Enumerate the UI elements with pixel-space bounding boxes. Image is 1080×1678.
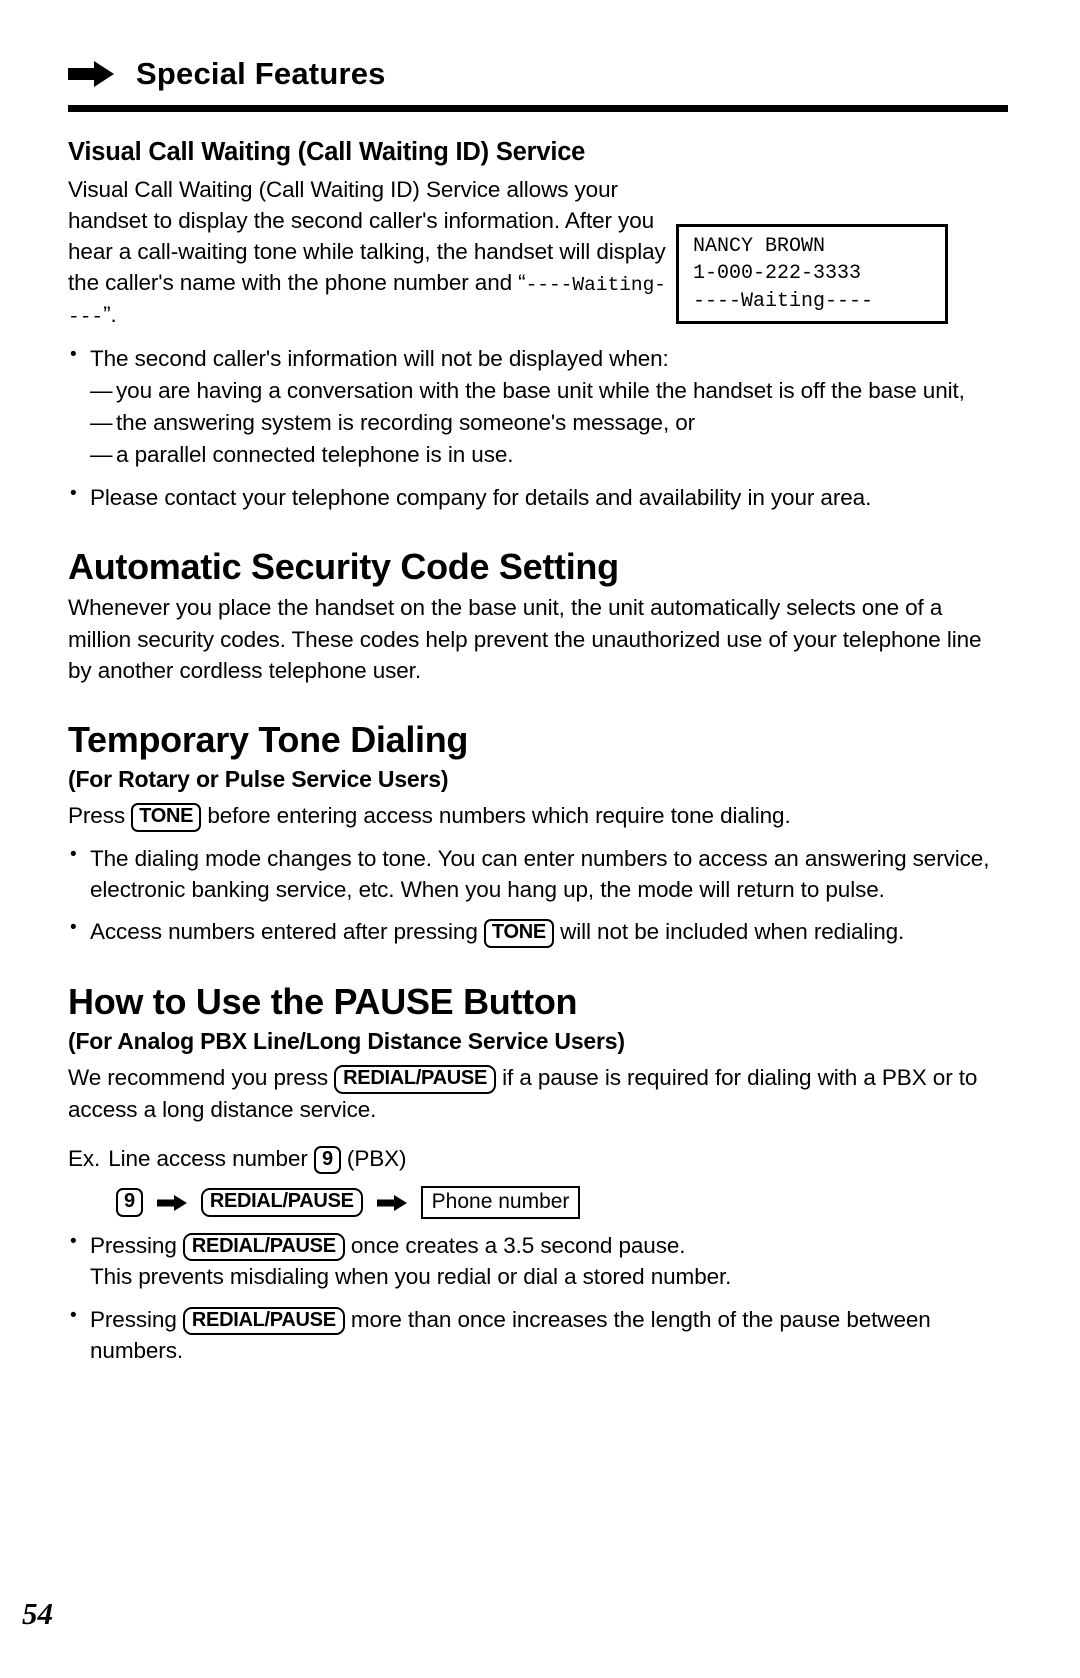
example-label: Ex. [68,1145,101,1171]
nine-key-button[interactable]: 9 [313,1145,341,1175]
section-heading-pause-button: How to Use the PAUSE Button [68,981,578,1022]
page-number: 54 [22,1596,53,1631]
section-heading-automatic-security: Automatic Security Code Setting [68,545,619,587]
bullet-text-prefix: Access numbers entered after pressing [90,919,478,945]
bullet-text-prefix: Pressing [90,1306,177,1332]
lcd-caller-number: 1-000-222-3333 [693,262,862,286]
bullet-item: Access numbers entered after pressing TO… [68,915,1010,948]
right-arrow-icon [376,1194,407,1211]
example-suffix: (PBX) [346,1145,407,1171]
document-page: Special Features Visual Call Waiting (Ca… [0,0,1080,1678]
bullet-text-suffix: will not be included when redialing. [560,919,905,945]
visual-call-waiting-bullets: The second caller's information will not… [68,342,1010,513]
page-header: Special Features [68,0,1010,89]
temporary-tone-instruction: Press TONE before entering access number… [68,800,1010,832]
tone-key-button[interactable]: TONE [131,803,202,832]
instruction-prefix: Press [68,803,126,829]
redial-pause-key-button[interactable]: REDIAL/PAUSE [182,1232,345,1262]
redial-pause-key-button[interactable]: REDIAL/PAUSE [334,1065,496,1094]
bullet-item: The second caller's information will not… [68,342,1010,471]
dash-item: a parallel connected telephone is in use… [90,439,1010,471]
bullet-text-line2: This prevents misdialing when you redial… [90,1264,732,1290]
pause-example-line: Ex. Line access number 9 (PBX) [68,1143,1010,1175]
flow-step-redial-pause-key[interactable]: REDIAL/PAUSE [200,1188,363,1217]
pause-button-recommendation: We recommend you press REDIAL/PAUSE if a… [68,1062,1010,1125]
bullet-item: Pressing REDIAL/PAUSE more than once inc… [68,1303,1010,1367]
redial-pause-key-button[interactable]: REDIAL/PAUSE [182,1306,345,1336]
recommend-prefix: We recommend you press [68,1065,328,1091]
flow-step-nine-key[interactable]: 9 [116,1188,143,1217]
automatic-security-body: Whenever you place the handset on the ba… [68,595,982,683]
visual-call-waiting-intro: Visual Call Waiting (Call Waiting ID) Se… [68,174,1010,332]
pause-button-subheading: (For Analog PBX Line/Long Distance Servi… [68,1027,625,1054]
pause-example-flow: 9 REDIAL/PAUSE Phone number [116,1186,1010,1219]
visual-call-waiting-sub-bullets: you are having a conversation with the b… [90,375,1010,471]
section-heading-temporary-tone: Temporary Tone Dialing [68,719,469,761]
dash-item: you are having a conversation with the b… [90,375,1010,407]
dash-item: the answering system is recording someon… [90,407,1010,439]
intro-paragraph: Visual Call Waiting (Call Waiting ID) Se… [68,174,668,332]
example-prefix: Line access number [108,1145,308,1171]
temporary-tone-subheading: (For Rotary or Pulse Service Users) [68,765,449,792]
section-heading-visual-call-waiting: Visual Call Waiting (Call Waiting ID) Se… [68,138,586,166]
bullet-text: The second caller's information will not… [90,345,669,371]
right-arrow-icon [68,60,114,87]
temporary-tone-bullets: The dialing mode changes to tone. You ca… [68,842,1010,948]
intro-text-part2: ”. [103,302,117,328]
lcd-caller-name: NANCY BROWN [693,234,826,258]
bullet-text-prefix: Pressing [90,1232,177,1258]
page-title: Special Features [136,56,386,91]
bullet-item: Pressing REDIAL/PAUSE once creates a 3.5… [68,1229,1010,1293]
pause-button-bullets: Pressing REDIAL/PAUSE once creates a 3.5… [68,1229,1010,1367]
lcd-waiting-status: ----Waiting---- [693,289,874,313]
right-arrow-icon [156,1194,187,1211]
header-divider [68,105,1008,112]
bullet-item: The dialing mode changes to tone. You ca… [68,842,1010,906]
lcd-display-box: NANCY BROWN 1-000-222-3333 ----Waiting--… [676,223,948,325]
page-content: Special Features Visual Call Waiting (Ca… [68,0,1010,1366]
flow-step-phone-number-field[interactable]: Phone number [420,1186,581,1219]
instruction-suffix: before entering access numbers which req… [207,803,791,829]
bullet-item: Please contact your telephone company fo… [68,481,1010,513]
bullet-text-suffix: once creates a 3.5 second pause. [350,1232,686,1258]
tone-key-button[interactable]: TONE [483,919,554,948]
